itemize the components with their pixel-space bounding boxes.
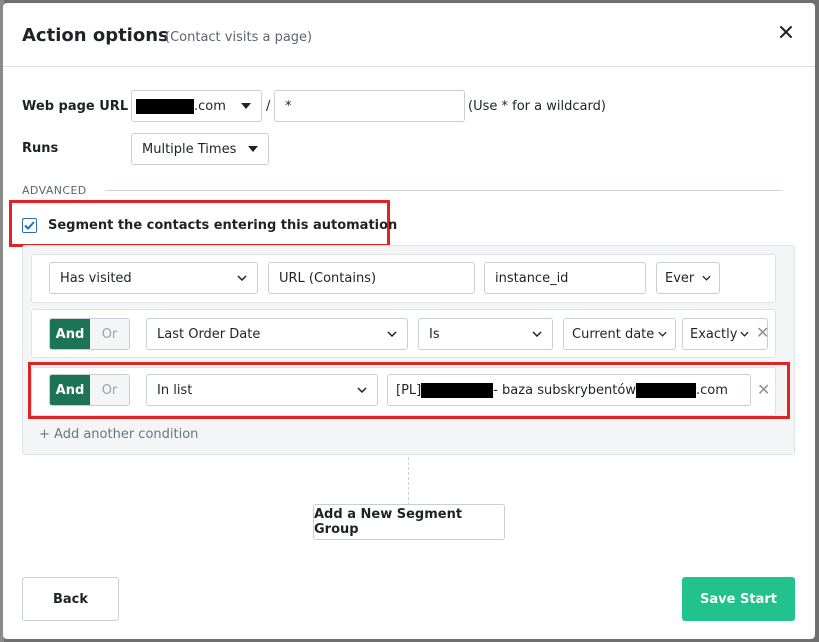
redacted-text (421, 382, 494, 398)
and-button[interactable]: And (50, 375, 90, 405)
chevron-down-icon (387, 331, 397, 337)
condition-field-select[interactable]: Has visited (49, 262, 258, 294)
runs-label: Runs (22, 141, 59, 156)
runs-select[interactable]: Multiple Times (131, 133, 269, 165)
header-divider (3, 66, 815, 67)
condition-operator-value: URL (Contains) (279, 270, 377, 286)
add-condition-link[interactable]: + Add another condition (39, 427, 198, 442)
or-button[interactable]: Or (89, 319, 129, 349)
connector-line (408, 457, 409, 505)
condition-field-value: Last Order Date (157, 326, 261, 342)
url-path-input[interactable]: * (274, 90, 465, 122)
condition-value-input[interactable]: instance_id (484, 262, 646, 294)
condition-value-text: instance_id (495, 270, 569, 286)
redacted-domain (136, 98, 194, 114)
condition-field-select[interactable]: Last Order Date (146, 318, 408, 350)
chevron-down-icon (532, 331, 542, 337)
list-value-suffix: .com (695, 382, 728, 398)
caret-down-icon (248, 146, 258, 152)
condition-time-value: Ever (665, 270, 695, 286)
advanced-divider (105, 190, 783, 191)
condition-field-select[interactable]: In list (146, 374, 378, 406)
and-or-toggle: And Or (49, 318, 130, 350)
segment-checkbox-label: Segment the contacts entering this autom… (48, 218, 398, 233)
condition-value-text: Current date (572, 326, 655, 342)
condition-field-value: In list (157, 382, 193, 398)
chevron-down-icon (702, 275, 711, 281)
condition-operator-value: Is (429, 326, 440, 342)
chevron-down-icon (658, 331, 667, 337)
redacted-text (635, 382, 696, 398)
close-icon[interactable] (777, 23, 795, 41)
add-segment-group-button[interactable]: Add a New Segment Group (313, 504, 505, 540)
back-button[interactable]: Back (22, 577, 119, 621)
list-value-middle: - baza subskrybentów (493, 382, 636, 398)
domain-suffix: .com (194, 98, 226, 114)
action-options-modal: Action options (Contact visits a page) W… (3, 3, 815, 639)
chevron-down-icon (237, 275, 247, 281)
condition-value-select[interactable]: Current date (563, 318, 676, 350)
wildcard-hint: (Use * for a wildcard) (468, 99, 606, 114)
remove-condition-icon[interactable]: ✕ (756, 323, 769, 342)
condition-modifier-value: Exactly (690, 326, 738, 342)
check-icon (24, 221, 35, 230)
condition-operator-input[interactable]: URL (Contains) (268, 262, 475, 294)
modal-subtitle: (Contact visits a page) (165, 30, 313, 45)
and-or-toggle: And Or (49, 374, 130, 406)
list-value-prefix: [PL] (396, 382, 422, 398)
runs-value: Multiple Times (142, 141, 237, 157)
caret-down-icon (241, 103, 251, 109)
or-button[interactable]: Or (89, 375, 129, 405)
chevron-down-icon (740, 331, 749, 337)
modal-title: Action options (22, 25, 169, 46)
url-slash: / (266, 99, 271, 114)
remove-condition-icon[interactable]: ✕ (757, 380, 770, 399)
list-value-input[interactable]: [PL] - baza subskrybentów .com (387, 374, 751, 406)
segment-checkbox[interactable] (22, 218, 37, 233)
web-page-url-label: Web page URL (22, 99, 129, 114)
condition-time-select[interactable]: Ever (656, 262, 720, 294)
domain-select[interactable]: .com (131, 90, 262, 122)
and-button[interactable]: And (50, 319, 90, 349)
url-path-value: * (285, 98, 292, 114)
save-start-button[interactable]: Save Start (682, 577, 795, 621)
chevron-down-icon (357, 387, 367, 393)
advanced-label: ADVANCED (22, 184, 87, 197)
condition-field-value: Has visited (60, 270, 132, 286)
condition-operator-select[interactable]: Is (418, 318, 553, 350)
